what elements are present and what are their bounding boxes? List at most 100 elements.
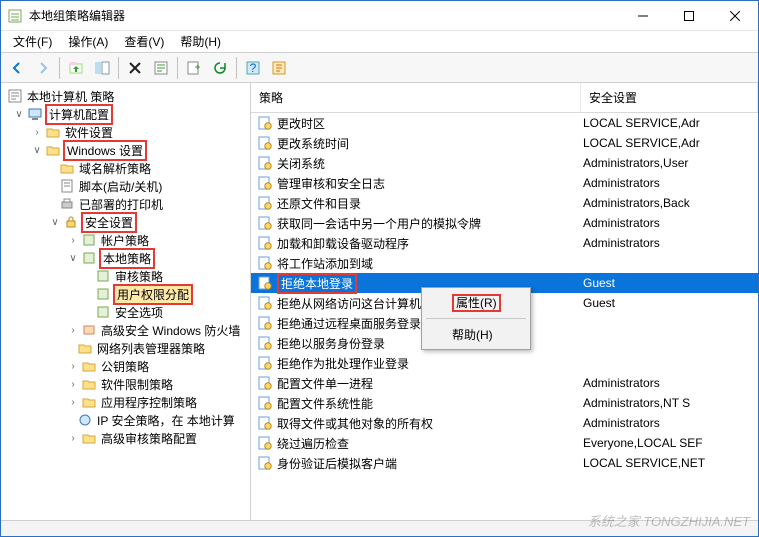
policy-setting: Everyone,LOCAL SEF [581,436,758,450]
properties-button[interactable] [149,56,173,80]
ipsec-icon [77,412,93,428]
policy-name: 更改时区 [277,115,325,132]
policy-setting: Administrators [581,216,758,230]
tree-account-policy[interactable]: › 帐户策略 [1,231,250,249]
collapse-icon[interactable]: ∨ [49,217,61,228]
content-area: 本地计算机 策略 ∨ 计算机配置 › 软件设置 ∨ Windows 设置 域名解… [1,83,758,520]
tree-software-settings[interactable]: › 软件设置 [1,123,250,141]
list-row[interactable]: 取得文件或其他对象的所有权 Administrators [251,413,758,433]
context-properties[interactable]: 属性(R) [424,290,528,315]
tree-dns-policy[interactable]: 域名解析策略 [1,159,250,177]
up-button[interactable] [64,56,88,80]
tree-label: 用户权限分配 [113,284,193,305]
list-row[interactable]: 关闭系统Administrators,User [251,153,758,173]
folder-icon [59,160,75,176]
svg-text:?: ? [250,61,257,75]
expand-icon[interactable]: › [67,235,79,246]
list-row[interactable]: 更改系统时间LOCAL SERVICE,Adr [251,133,758,153]
menu-action[interactable]: 操作(A) [60,31,116,52]
tree-root[interactable]: 本地计算机 策略 [1,87,250,105]
export-button[interactable] [182,56,206,80]
list-row[interactable]: 绕过遍历检查Everyone,LOCAL SEF [251,433,758,453]
tree-security-settings[interactable]: ∨ 安全设置 [1,213,250,231]
list-row[interactable]: 身份验证后模拟客户端LOCAL SERVICE,NET [251,453,758,473]
window-title: 本地组策略编辑器 [29,7,620,24]
refresh-button[interactable] [208,56,232,80]
delete-button[interactable] [123,56,147,80]
tree-pubkey[interactable]: › 公钥策略 [1,357,250,375]
minimize-button[interactable] [620,1,666,31]
tree-label: 软件限制策略 [99,376,175,393]
help-button[interactable]: ? [241,56,265,80]
column-setting[interactable]: 安全设置 [581,83,758,112]
collapse-icon[interactable]: ∨ [31,145,43,156]
list-row[interactable]: 管理审核和安全日志 Administrators [251,173,758,193]
list-row[interactable]: 将工作站添加到域 [251,253,758,273]
list-row[interactable]: 配置文件单一进程Administrators [251,373,758,393]
tree-audit-policy[interactable]: 审核策略 [1,267,250,285]
list-row[interactable]: 加载和卸载设备驱动程序 Administrators [251,233,758,253]
tree-srp[interactable]: › 软件限制策略 [1,375,250,393]
context-help[interactable]: 帮助(H) [424,322,528,347]
list-row[interactable]: 获取同一会话中另一个用户的模拟令牌Administrators [251,213,758,233]
app-icon [7,8,23,24]
back-button[interactable] [5,56,29,80]
collapse-icon[interactable]: ∨ [13,109,25,120]
expand-icon[interactable]: › [67,379,79,390]
tree-view[interactable]: 本地计算机 策略 ∨ 计算机配置 › 软件设置 ∨ Windows 设置 域名解… [1,83,251,520]
tree-computer-config[interactable]: ∨ 计算机配置 [1,105,250,123]
tree-windows-settings[interactable]: ∨ Windows 设置 [1,141,250,159]
policy-name: 身份验证后模拟客户端 [277,455,397,472]
tree-security-options[interactable]: 安全选项 [1,303,250,321]
expand-icon[interactable]: › [67,397,79,408]
tree-wfas[interactable]: › 高级安全 Windows 防火墙 [1,321,250,339]
expand-icon[interactable]: › [67,433,79,444]
tree-appctrl[interactable]: › 应用程序控制策略 [1,393,250,411]
list-body[interactable]: 更改时区 LOCAL SERVICE,Adr 更改系统时间LOCAL SERVICE… [251,113,758,520]
tree-local-policies[interactable]: ∨ 本地策略 [1,249,250,267]
policy-setting: Administrators [581,416,758,430]
tree-printers[interactable]: 已部署的打印机 [1,195,250,213]
policy-name: 拒绝从网络访问这台计算机 [277,295,421,312]
toolbar-separator [118,57,119,79]
maximize-button[interactable] [666,1,712,31]
expand-icon[interactable]: › [67,361,79,372]
policy-name: 拒绝通过远程桌面服务登录 [277,315,421,332]
printer-icon [59,196,75,212]
menu-view[interactable]: 查看(V) [116,31,172,52]
column-policy[interactable]: 策略 [251,83,581,112]
policy-setting: Administrators [581,236,758,250]
policy-name: 加载和卸载设备驱动程序 [277,235,409,252]
policy-name: 取得文件或其他对象的所有权 [277,415,433,432]
tree-nlp[interactable]: 网络列表管理器策略 [1,339,250,357]
policy-setting: LOCAL SERVICE,Adr [581,116,758,130]
tree-user-rights[interactable]: 用户权限分配 [1,285,250,303]
tree-advaudit[interactable]: › 高级审核策略配置 [1,429,250,447]
tree-label: 计算机配置 [45,104,113,125]
expand-icon[interactable]: › [67,325,79,336]
expand-icon[interactable]: › [31,127,43,138]
list-row[interactable]: 配置文件系统性能Administrators,NT S [251,393,758,413]
filter-button[interactable] [267,56,291,80]
tree-label: Windows 设置 [63,140,147,161]
collapse-icon[interactable]: ∨ [67,253,79,264]
folder-icon [81,394,97,410]
show-hide-tree-button[interactable] [90,56,114,80]
policy-name: 管理审核和安全日志 [277,175,385,192]
close-button[interactable] [712,1,758,31]
policy-setting: Administrators [581,176,758,190]
list-row[interactable]: 更改时区 LOCAL SERVICE,Adr [251,113,758,133]
policy-name: 拒绝本地登录 [277,273,357,294]
forward-button[interactable] [31,56,55,80]
policy-name: 拒绝以服务身份登录 [277,335,385,352]
toolbar: ? [1,53,758,83]
context-menu: 属性(R) 帮助(H) [421,287,531,350]
list-row[interactable]: 还原文件和目录Administrators,Back [251,193,758,213]
list-row[interactable]: 拒绝作为批处理作业登录 [251,353,758,373]
tree-scripts[interactable]: 脚本(启动/关机) [1,177,250,195]
tree-ipsec[interactable]: IP 安全策略，在 本地计算 [1,411,250,429]
menu-help[interactable]: 帮助(H) [172,31,229,52]
firewall-icon [81,322,97,338]
menu-file[interactable]: 文件(F) [5,31,60,52]
policy-setting: Administrators [581,376,758,390]
